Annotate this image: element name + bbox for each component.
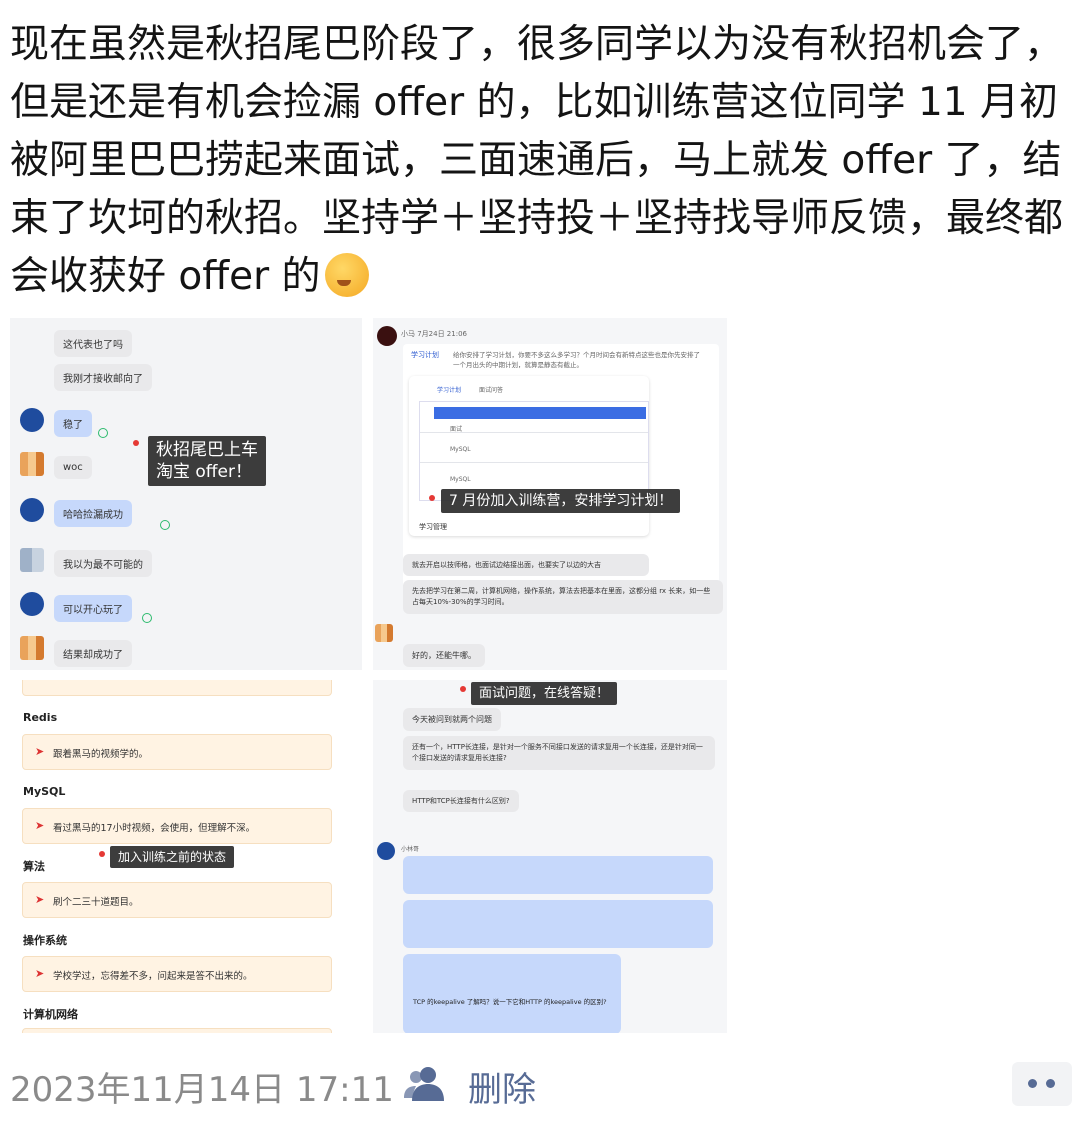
chat-bubble: 这代表也了吗 [54,330,132,357]
doc-footer: 学习管理 [419,523,447,531]
note-text: 学校学过，忘得差不多，问起来是答不出来的。 [53,971,253,982]
shush-emoji-icon [324,253,369,297]
chat-bubble: 结果却成功了 [54,640,132,667]
pin-icon: ➤ [35,893,45,906]
more-options-button[interactable] [1012,1062,1072,1106]
quote-text: TCP 的keepalive 了解吗？说一下它和HTTP 的keepalive … [413,998,607,1006]
visibility-people-icon [404,1067,444,1101]
avatar [20,498,44,522]
section-title: 算法 [23,860,45,873]
pin-icon: ➤ [35,745,45,758]
annotation-label: 加入训练之前的状态 [110,846,235,868]
chat-bubble: HTTP和TCP长连接有什么区别? [403,790,519,812]
doc-tab[interactable]: 面试问答 [479,385,503,394]
avatar [20,636,44,660]
post-body: 现在虽然是秋招尾巴阶段了，很多同学以为没有秋招机会了，但是还是有机会捡漏 off… [10,22,1064,299]
annotation-label: 秋招尾巴上车 淘宝 offer！ [148,436,266,486]
chat-bubble: woc [54,456,92,479]
avatar [377,842,395,860]
note-box: ➤ 学校学过，忘得差不多，问起来是答不出来的。 [22,956,332,992]
chat-bubble [403,954,621,1033]
chat-bubble [403,856,713,894]
intro-text: 给你安排了学习计划，你要不多这么多学习？个月时间会有新特点这些也是你先安排了一个… [453,351,700,369]
delete-link[interactable]: 删除 [468,1062,536,1111]
table-row [420,462,648,463]
note-box: ➤ 看过黑马的17小时视频，会使用，但理解不深。 [22,808,332,844]
table-cell: 面试 [450,426,463,433]
section-title: 操作系统 [23,934,67,947]
annotation-dot [99,851,105,857]
avatar [375,624,393,642]
annotation-dot [460,686,466,692]
avatar [20,452,44,476]
avatar [20,408,44,432]
chat-bubble: 还有一个，HTTP长连接，是针对一个服务不同接口发送的请求复用一个长连接，还是针… [403,736,715,770]
note-text: 刷个二三十道题目。 [53,897,139,908]
check-icon [142,613,152,623]
image-prior-status[interactable]: Redis ➤ 跟着黑马的视频学的。 MySQL ➤ 看过黑马的17小时视频，会使用… [10,680,362,1033]
image-interview-qa[interactable]: 今天被问到就两个问题 还有一个，HTTP长连接，是针对一个服务不同接口发送的请求… [373,680,727,1033]
note-box: ➤ 跟着黑马的视频学的。 [22,734,332,770]
note-text: 看过黑马的17小时视频，会使用，但理解不深。 [53,823,256,834]
check-icon [160,520,170,530]
annotation-dot [133,440,139,446]
chat-bubble: 好的，还能牛哪。 [403,644,485,667]
section-title: Redis [23,711,58,724]
intro-title: 学习计划 [411,351,439,359]
chat-bubble: 我以为最不可能的 [54,550,152,577]
annotation-label: 面试问题，在线答疑！ [471,682,618,705]
pin-icon: ➤ [35,967,45,980]
chat-bubble: 稳了 [54,410,92,437]
post-text: 现在虽然是秋招尾巴阶段了，很多同学以为没有秋招机会了，但是还是有机会捡漏 off… [10,16,1075,306]
image-chat-offer[interactable]: 这代表也了吗 我刚才接收邮向了 稳了 woc 哈哈捡漏成功 我以为最不可能的 可… [10,318,362,670]
sender-name: 小林哥 [401,846,420,853]
dot-icon [1028,1079,1037,1088]
chat-bubble [403,900,713,948]
section-title: 计算机网络 [23,1008,78,1021]
table-cell: MySQL [450,476,471,483]
note-box [22,1028,332,1033]
note-box: ➤ 刷个二三十道题目。 [22,882,332,918]
chat-bubble: 可以开心玩了 [54,595,132,622]
sender-name: 小马 7月24日 21:06 [401,330,467,338]
image-study-plan[interactable]: 小马 7月24日 21:06 学习计划 给你安排了学习计划，你要不多这么多学习？… [373,318,727,670]
doc-table: 面试 MySQL MySQL [419,401,649,501]
pin-icon: ➤ [35,819,45,832]
annotation-dot [429,495,435,501]
note-text: 跟着黑马的视频学的。 [53,749,149,760]
chat-bubble: 哈哈捡漏成功 [54,500,132,527]
check-icon [98,428,108,438]
doc-tab[interactable]: 学习计划 [437,385,461,394]
table-cell: MySQL [450,446,471,453]
avatar [20,548,44,572]
chat-bubble: 我刚才接收邮向了 [54,364,152,391]
post-timestamp: 2023年11月14日 17:11 [10,1070,394,1110]
section-title: MySQL [23,785,66,798]
chat-bubble: 就去开启以技师格，也面试边结接出面，也要实了以边的大吉 [403,554,649,576]
chat-bubble: 先去把学习在第二周，计算机网络，操作系统，算法去把基本在里面，这都分组 rx 长… [403,580,723,614]
annotation-label: 7 月份加入训练营，安排学习计划！ [441,489,681,513]
post-footer: 2023年11月14日 17:11 删除 [0,1052,1080,1118]
dot-icon [1046,1079,1055,1088]
table-header [434,407,646,419]
chat-bubble: 今天被问到就两个问题 [403,708,501,731]
avatar [20,592,44,616]
avatar [377,326,397,346]
note-box [22,680,332,696]
